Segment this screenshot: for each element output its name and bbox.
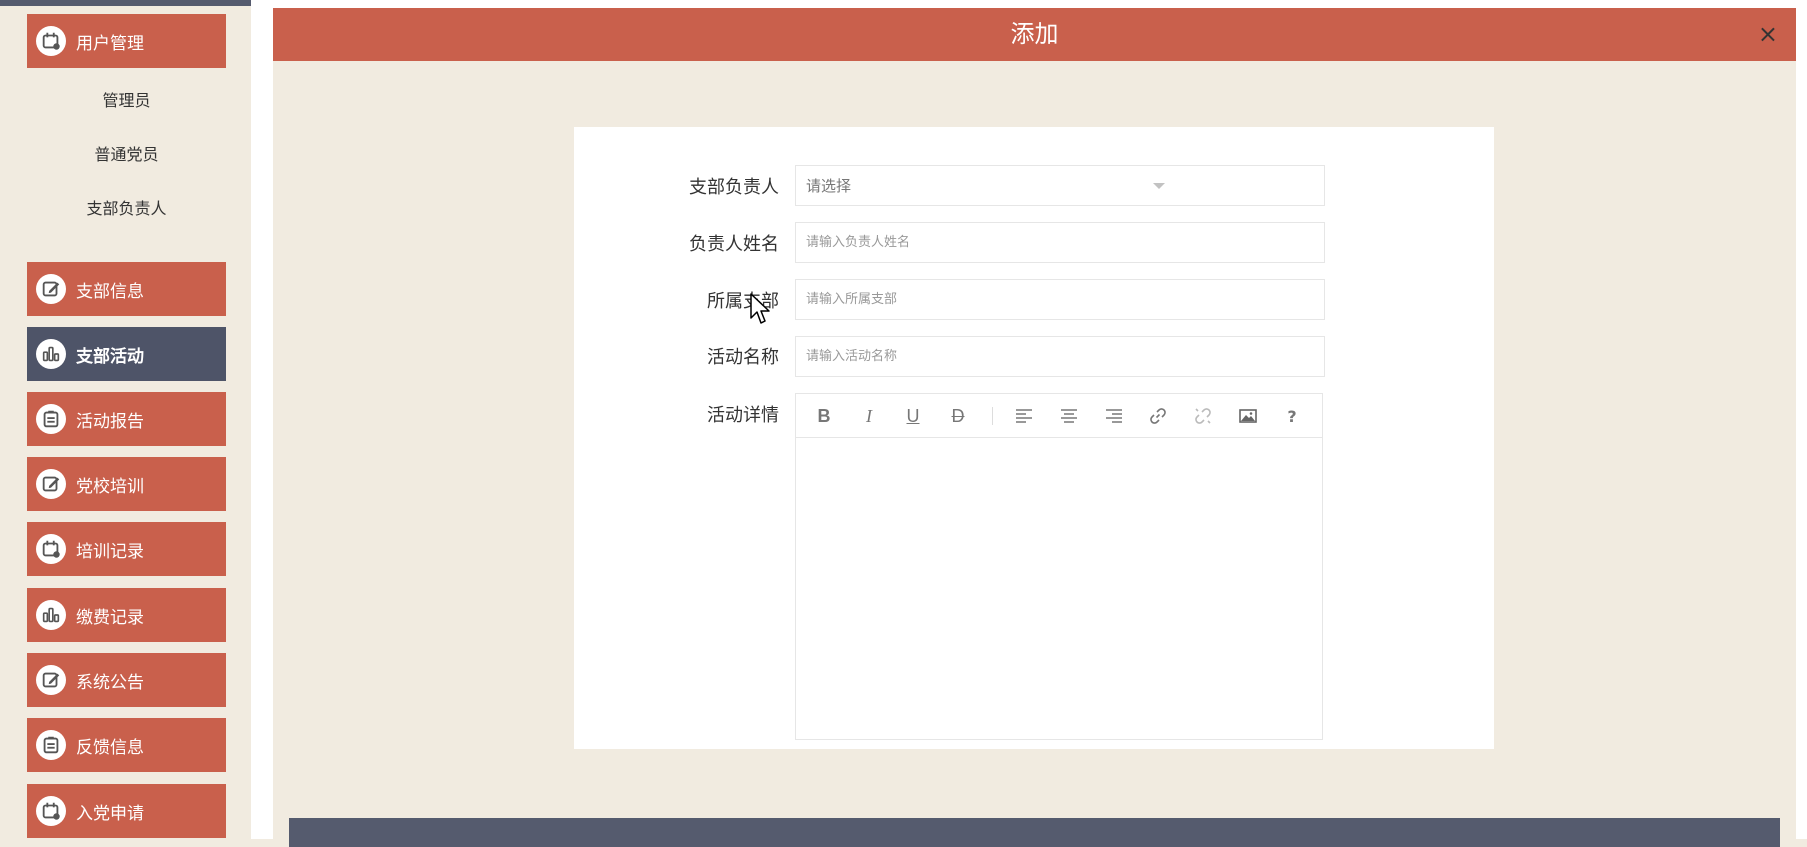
italic-icon[interactable]: I (858, 405, 880, 427)
bar-chart-icon (36, 339, 66, 369)
close-icon[interactable]: × (1758, 8, 1778, 61)
bar-chart-icon (36, 600, 66, 630)
sidebar-item-system-notice[interactable]: 系统公告 (27, 653, 226, 707)
help-icon[interactable]: ? (1281, 405, 1303, 427)
sidebar-item-label: 培训记录 (76, 541, 144, 562)
sidebar-item-label: 入党申请 (76, 803, 144, 824)
add-modal: 添加 × 支部负责人 请选择 负责人姓名 所属支部 活动名称 活动详情 B I … (273, 8, 1796, 847)
strikethrough-icon[interactable]: D (947, 405, 969, 427)
activity-name-label: 活动名称 (707, 347, 779, 368)
sidebar-item-label: 系统公告 (76, 672, 144, 693)
calendar-person-icon (36, 534, 66, 564)
modal-title: 添加 (1010, 20, 1059, 48)
modal-footer (289, 818, 1780, 847)
sidebar-subitem-branch-leader[interactable]: 支部负责人 (27, 195, 226, 219)
sidebar-item-label: 用户管理 (76, 33, 144, 54)
sidebar-item-label: 反馈信息 (76, 737, 144, 758)
editor-content-area[interactable] (796, 439, 1322, 739)
align-left-icon[interactable] (1013, 405, 1035, 427)
sidebar-item-label: 支部信息 (76, 281, 144, 302)
sidebar-item-feedback[interactable]: 反馈信息 (27, 718, 226, 772)
modal-header: 添加 (273, 8, 1796, 61)
sidebar-item-label: 党校培训 (76, 476, 144, 497)
align-center-icon[interactable] (1058, 405, 1080, 427)
chevron-down-icon (1153, 183, 1165, 189)
leader-name-label: 负责人姓名 (689, 234, 779, 255)
sidebar-item-activity-report[interactable]: 活动报告 (27, 392, 226, 446)
sidebar-item-party-application[interactable]: 入党申请 (27, 784, 226, 838)
sidebar-subitem-admin[interactable]: 管理员 (27, 87, 226, 111)
sidebar-item-party-school[interactable]: 党校培训 (27, 457, 226, 511)
unlink-icon[interactable] (1192, 405, 1214, 427)
align-right-icon[interactable] (1103, 405, 1125, 427)
sidebar-item-user-management[interactable]: 用户管理 (27, 14, 226, 68)
sidebar-item-label: 活动报告 (76, 411, 144, 432)
rich-text-editor: B I U D ? (795, 393, 1323, 740)
bold-icon[interactable]: B (813, 405, 835, 427)
sidebar-item-payment-records[interactable]: 缴费记录 (27, 588, 226, 642)
sidebar-item-label: 缴费记录 (76, 607, 144, 628)
calendar-person-icon (36, 26, 66, 56)
toolbar-divider (992, 407, 993, 425)
clipboard-icon (36, 730, 66, 760)
sidebar-item-label: 支部活动 (76, 346, 144, 367)
sidebar-subitem-member[interactable]: 普通党员 (27, 141, 226, 165)
edit-icon (36, 665, 66, 695)
branch-leader-select-value: 请选择 (806, 177, 852, 195)
link-icon[interactable] (1147, 405, 1169, 427)
branch-leader-label: 支部负责人 (689, 177, 779, 198)
editor-toolbar: B I U D ? (796, 394, 1322, 438)
sidebar-item-training-records[interactable]: 培训记录 (27, 522, 226, 576)
sidebar-item-branch-info[interactable]: 支部信息 (27, 262, 226, 316)
sidebar: 用户管理 管理员 普通党员 支部负责人 支部信息 支部活动 活动报告 党校培训 … (0, 0, 251, 839)
branch-label: 所属支部 (707, 291, 779, 312)
sidebar-top-bar (0, 0, 251, 6)
edit-icon (36, 274, 66, 304)
sidebar-item-branch-activity[interactable]: 支部活动 (27, 327, 226, 381)
window-edge (1796, 0, 1807, 839)
edit-icon (36, 469, 66, 499)
clipboard-icon (36, 404, 66, 434)
underline-icon[interactable]: U (902, 405, 924, 427)
calendar-person-icon (36, 796, 66, 826)
activity-detail-label: 活动详情 (707, 405, 779, 426)
activity-name-input[interactable] (795, 336, 1325, 377)
branch-leader-select[interactable]: 请选择 (795, 165, 1325, 206)
image-icon[interactable] (1237, 405, 1259, 427)
leader-name-input[interactable] (795, 222, 1325, 263)
add-form: 支部负责人 请选择 负责人姓名 所属支部 活动名称 活动详情 B I U D (574, 127, 1494, 749)
branch-input[interactable] (795, 279, 1325, 320)
